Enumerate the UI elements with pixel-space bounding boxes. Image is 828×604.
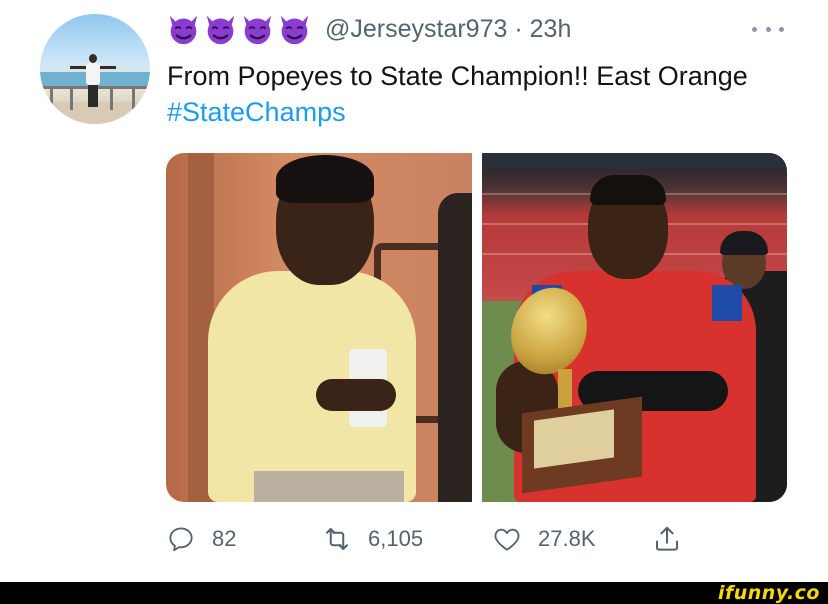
smiling-imp-emoji-icon (243, 15, 272, 44)
more-options-icon[interactable] (752, 22, 784, 36)
avatar[interactable] (40, 14, 150, 124)
reply-button[interactable]: 82 (166, 518, 236, 560)
heart-icon (494, 528, 520, 551)
like-count: 27.8K (538, 526, 596, 551)
like-button[interactable]: 27.8K (492, 518, 596, 560)
reply-count: 82 (212, 526, 237, 551)
retweet-count: 6,105 (368, 526, 424, 551)
tweet-header: @Jerseystar973 · 23h (167, 10, 571, 48)
ifunny-watermark: ifunny.co (717, 582, 820, 604)
tweet-text-body: From Popeyes to State Champion!! East Or… (167, 61, 748, 91)
retweet-button[interactable]: 6,105 (322, 518, 423, 560)
smiling-imp-emoji-icon (280, 15, 309, 44)
footer-bar: ifunny.co (0, 582, 828, 604)
media-photo-right[interactable] (482, 153, 787, 502)
meta-separator: · (514, 14, 523, 43)
hashtag-link[interactable]: #StateChamps (167, 97, 346, 127)
share-icon (656, 526, 678, 551)
media-photo-left[interactable] (166, 153, 472, 502)
reply-icon (169, 527, 193, 552)
share-button[interactable] (652, 518, 682, 560)
tweet-timestamp[interactable]: 23h (530, 15, 572, 43)
tweet-text: From Popeyes to State Champion!! East Or… (167, 58, 767, 130)
author-handle[interactable]: @Jerseystar973 (325, 15, 507, 43)
tweet-media-grid (166, 153, 787, 502)
smiling-imp-emoji-icon (169, 15, 198, 44)
tweet-handle-meta[interactable]: @Jerseystar973 · 23h (325, 15, 571, 44)
retweet-icon (326, 528, 348, 550)
smiling-imp-emoji-icon (206, 15, 235, 44)
tweet-actions: 82 6,105 27.8K (166, 518, 726, 560)
